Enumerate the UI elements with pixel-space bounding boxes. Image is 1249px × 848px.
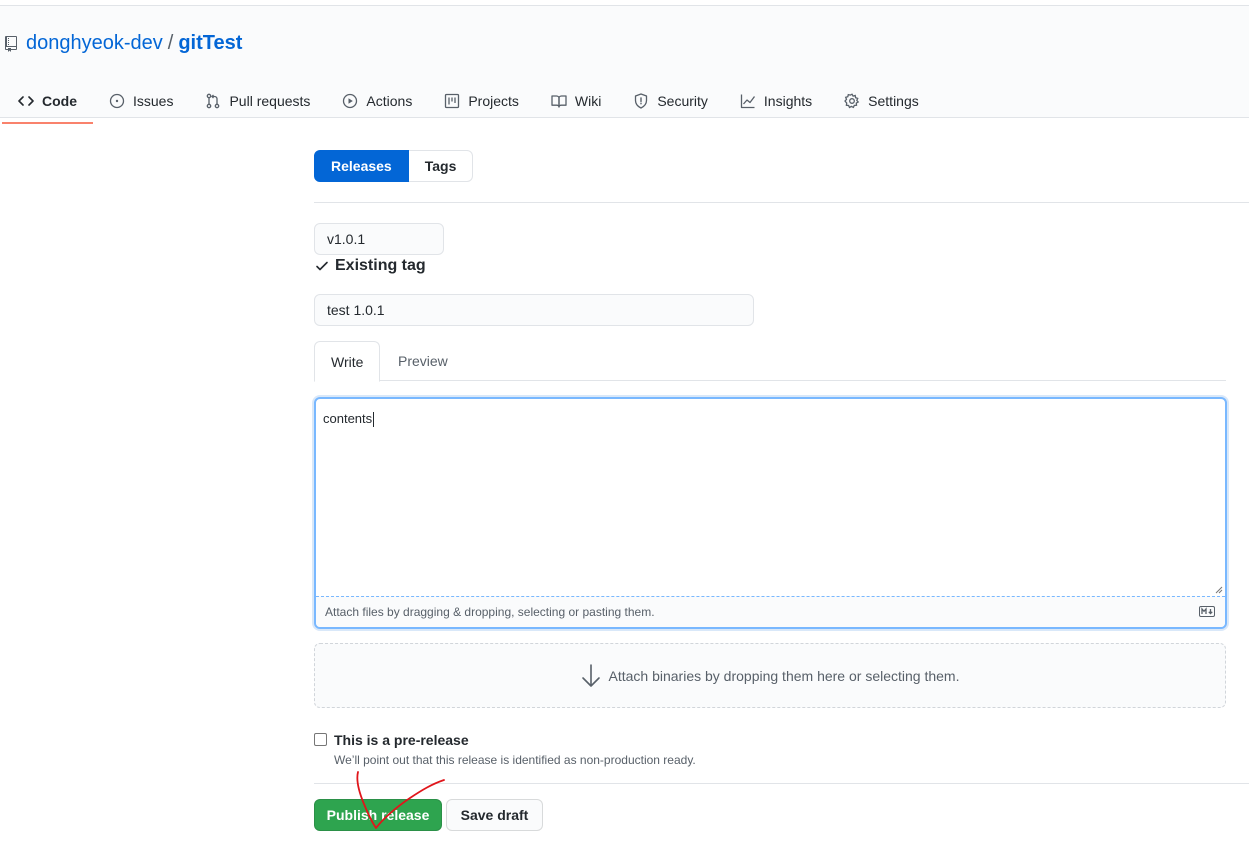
tab-projects-label: Projects xyxy=(468,93,519,109)
prerelease-checkbox[interactable] xyxy=(314,733,327,746)
book-icon xyxy=(551,95,567,108)
prerelease-note: We’ll point out that this release is ide… xyxy=(334,753,696,767)
gear-icon xyxy=(844,93,860,109)
repo-nav-tabs: Code Issues Pull requests Actions Projec… xyxy=(2,80,935,124)
repo-header: donghyeok-dev / gitTest Code Issues Pull… xyxy=(0,6,1249,124)
red-annotation-scribble xyxy=(356,771,445,829)
tag-status-label: Existing tag xyxy=(335,257,426,274)
resize-grip-icon[interactable] xyxy=(1215,586,1223,594)
tab-code-label: Code xyxy=(42,93,77,109)
tab-issues[interactable]: Issues xyxy=(93,80,189,124)
repo-separator: / xyxy=(167,32,174,54)
attach-files-hint: Attach files by dragging & dropping, sel… xyxy=(325,605,655,619)
tab-code[interactable]: Code xyxy=(2,80,93,124)
project-icon xyxy=(445,93,460,109)
check-icon xyxy=(316,261,328,271)
tab-security[interactable]: Security xyxy=(617,80,724,124)
divider xyxy=(314,202,1249,203)
release-title-input[interactable]: test 1.0.1 xyxy=(314,294,754,326)
release-body-editor[interactable]: contents Attach files by dragging & drop… xyxy=(314,397,1227,629)
binaries-dropzone[interactable]: Attach binaries by dropping them here or… xyxy=(314,643,1226,708)
graph-icon xyxy=(740,94,755,109)
tab-settings[interactable]: Settings xyxy=(828,80,935,124)
markdown-icon xyxy=(1199,606,1215,617)
tab-wiki[interactable]: Wiki xyxy=(535,80,617,124)
tab-insights-label: Insights xyxy=(763,93,813,109)
tab-wiki-label: Wiki xyxy=(574,93,602,109)
tab-pull-requests[interactable]: Pull requests xyxy=(189,80,326,124)
repo-owner-link[interactable]: donghyeok-dev xyxy=(26,32,163,55)
tags-tab[interactable]: Tags xyxy=(408,150,474,182)
repo-title: donghyeok-dev / gitTest xyxy=(4,32,242,55)
editor-tabs: Write Preview xyxy=(314,341,1226,382)
tab-actions[interactable]: Actions xyxy=(326,80,428,124)
play-icon xyxy=(343,93,358,109)
repo-icon xyxy=(4,35,18,52)
tab-settings-label: Settings xyxy=(868,93,919,109)
tag-input[interactable]: v1.0.1 xyxy=(314,223,444,255)
tag-status: Existing tag xyxy=(315,257,426,275)
pull-request-icon xyxy=(207,93,220,109)
releases-subnav: Releases Tags xyxy=(314,150,474,182)
tab-pull-requests-label: Pull requests xyxy=(229,93,311,109)
releases-tab[interactable]: Releases xyxy=(314,150,409,182)
tab-projects[interactable]: Projects xyxy=(428,80,535,124)
tab-write[interactable]: Write xyxy=(314,341,381,382)
release-body-text[interactable]: contents xyxy=(323,411,374,427)
issue-icon xyxy=(109,93,125,109)
tab-actions-label: Actions xyxy=(366,93,413,109)
tab-insights[interactable]: Insights xyxy=(724,80,828,124)
save-draft-button[interactable]: Save draft xyxy=(446,799,543,831)
code-icon xyxy=(18,96,34,106)
tab-security-label: Security xyxy=(657,93,708,109)
binaries-hint: Attach binaries by dropping them here or… xyxy=(608,667,960,684)
repo-name-link[interactable]: gitTest xyxy=(178,32,242,55)
divider xyxy=(314,783,1249,784)
tab-issues-label: Issues xyxy=(133,93,174,109)
shield-icon xyxy=(635,93,648,109)
tab-preview[interactable]: Preview xyxy=(382,341,464,381)
arrow-down-icon xyxy=(581,663,600,687)
prerelease-label[interactable]: This is a pre-release xyxy=(334,732,469,748)
attach-files-bar[interactable]: Attach files by dragging & dropping, sel… xyxy=(316,596,1225,627)
